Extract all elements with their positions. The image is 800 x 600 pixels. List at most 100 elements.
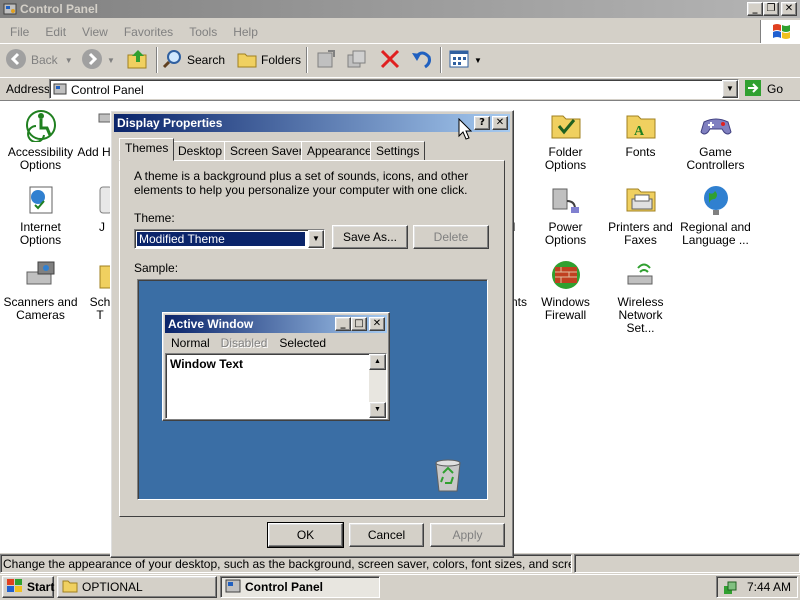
toolbar-separator — [156, 47, 158, 73]
icon-label: Add H — [77, 145, 111, 159]
minimize-button[interactable]: _ — [747, 2, 763, 16]
task-control-panel[interactable]: Control Panel — [220, 576, 380, 598]
icon-wireless-network-setup[interactable]: Wireless Network Set... — [603, 258, 678, 335]
views-icon — [447, 47, 471, 74]
status-text: Change the appearance of your desktop, s… — [3, 557, 571, 571]
theme-sample-preview: Active Window _ □ ✕ Normal Disabled Sele… — [137, 279, 488, 500]
task-optional-label: OPTIONAL — [82, 580, 143, 594]
undo-icon — [410, 47, 434, 74]
icon-folder-options[interactable]: Folder Options — [528, 108, 603, 172]
sample-titlebar: Active Window _ □ ✕ — [165, 315, 387, 333]
tab-screen-saver-label: Screen Saver — [230, 144, 303, 158]
icon-regional-and-language[interactable]: Regional and Language ... — [678, 183, 753, 247]
tab-appearance-label: Appearance — [307, 144, 372, 158]
theme-select-value: Modified Theme — [137, 232, 305, 246]
tab-appearance[interactable]: Appearance — [301, 141, 378, 161]
icon-windows-firewall[interactable]: Windows Firewall — [528, 258, 603, 322]
sample-window-text: Window Text — [170, 357, 243, 371]
go-button[interactable]: Go — [744, 79, 794, 99]
internet-options-icon — [24, 183, 58, 217]
sample-scrollbar: ▲ ▼ — [369, 354, 386, 418]
toolbar-separator-2 — [306, 47, 308, 73]
apply-button[interactable]: Apply — [430, 523, 505, 547]
menu-file[interactable]: File — [10, 25, 29, 42]
svg-text:A: A — [634, 124, 645, 139]
icon-accessibility-options[interactable]: Accessibility Options — [3, 108, 78, 172]
folders-label: Folders — [261, 53, 302, 67]
dialog-titlebar[interactable]: Display Properties ? ✕ — [114, 114, 510, 132]
menu-help[interactable]: Help — [233, 25, 258, 42]
icon-label: Printers and Faxes — [608, 220, 673, 247]
menu-edit[interactable]: Edit — [45, 25, 66, 42]
icon-label: Scanners and Cameras — [3, 295, 78, 322]
control-panel-small-icon — [53, 82, 67, 99]
copy-to-icon — [344, 47, 368, 74]
tab-settings-label: Settings — [376, 144, 420, 158]
folder-icon — [62, 579, 78, 596]
maximize-button[interactable]: ❐ — [763, 2, 779, 16]
dialog-close-button[interactable]: ✕ — [492, 116, 508, 130]
printer-icon — [624, 183, 658, 217]
sample-menu: Normal Disabled Selected — [171, 336, 332, 350]
accessibility-icon — [24, 108, 58, 143]
clock[interactable]: 7:44 AM — [747, 580, 791, 594]
help-button[interactable]: ? — [474, 116, 490, 130]
icon-fonts[interactable]: A Fonts — [603, 108, 678, 159]
windows-logo-icon — [760, 20, 800, 44]
search-button[interactable]: Search — [162, 44, 225, 76]
start-label: Start — [27, 580, 55, 594]
icon-scanners-and-cameras[interactable]: Scanners and Cameras — [3, 258, 78, 322]
icon-game-controllers[interactable]: Game Controllers — [678, 108, 753, 172]
forward-button[interactable]: ▼ — [80, 44, 115, 76]
theme-label: Theme: — [134, 211, 175, 225]
menu-favorites[interactable]: Favorites — [124, 25, 173, 42]
back-label: Back — [31, 53, 58, 67]
theme-dropdown-button[interactable]: ▼ — [308, 230, 324, 248]
tab-desktop[interactable]: Desktop — [172, 141, 229, 161]
address-bar: Address Control Panel ▼ Go — [0, 77, 800, 99]
scheduled-tasks-icon — [88, 258, 113, 292]
back-button[interactable]: Back ▼ — [4, 44, 73, 76]
theme-select[interactable]: Modified Theme ▼ — [134, 229, 325, 249]
up-folder-button[interactable] — [126, 44, 150, 76]
icon-add-hardware[interactable]: Add H — [74, 108, 114, 159]
menu-view[interactable]: View — [82, 25, 108, 42]
icon-power-options[interactable]: Power Options — [528, 183, 603, 247]
icon-label: Regional and Language ... — [680, 220, 751, 247]
delete-theme-button[interactable]: Delete — [413, 225, 489, 249]
undo-button[interactable] — [410, 44, 434, 76]
tab-screen-saver[interactable]: Screen Saver — [224, 141, 309, 161]
start-windows-icon — [7, 578, 23, 596]
task-optional[interactable]: OPTIONAL — [57, 576, 217, 598]
tab-desktop-label: Desktop — [178, 144, 223, 158]
sample-menu-normal: Normal — [171, 336, 210, 350]
ok-button[interactable]: OK — [267, 522, 344, 548]
sample-menu-disabled: Disabled — [220, 336, 268, 350]
control-panel-task-icon — [225, 579, 241, 596]
start-button[interactable]: Start — [2, 576, 54, 598]
address-label: Address — [6, 82, 51, 96]
folders-button[interactable]: Folders — [236, 44, 301, 76]
views-button[interactable]: ▼ — [447, 44, 482, 76]
save-as-button[interactable]: Save As... — [332, 225, 408, 249]
icon-printers-and-faxes[interactable]: Printers and Faxes — [603, 183, 678, 247]
icon-label: Game Controllers — [686, 145, 745, 172]
forward-dropdown-icon: ▼ — [107, 55, 115, 65]
tray-network-icon[interactable] — [722, 580, 738, 599]
tab-themes[interactable]: Themes — [119, 138, 175, 161]
move-to-button[interactable] — [314, 44, 338, 76]
forward-arrow-icon — [80, 47, 104, 74]
tab-settings[interactable]: Settings — [370, 141, 426, 161]
address-input[interactable]: Control Panel ▼ — [49, 79, 739, 99]
copy-to-button[interactable] — [344, 44, 368, 76]
close-button[interactable]: ✕ — [781, 2, 797, 16]
theme-description: A theme is a background plus a set of so… — [134, 169, 469, 197]
icon-label: Wireless Network Set... — [617, 295, 664, 335]
menu-tools[interactable]: Tools — [189, 25, 217, 42]
address-dropdown-button[interactable]: ▼ — [722, 80, 738, 98]
delete-button[interactable] — [378, 44, 402, 76]
wireless-icon — [624, 258, 658, 292]
cancel-button[interactable]: Cancel — [349, 523, 424, 547]
icon-internet-options[interactable]: Internet Options — [3, 183, 78, 247]
window-titlebar[interactable]: Control Panel _ ❐ ✕ — [0, 0, 800, 18]
